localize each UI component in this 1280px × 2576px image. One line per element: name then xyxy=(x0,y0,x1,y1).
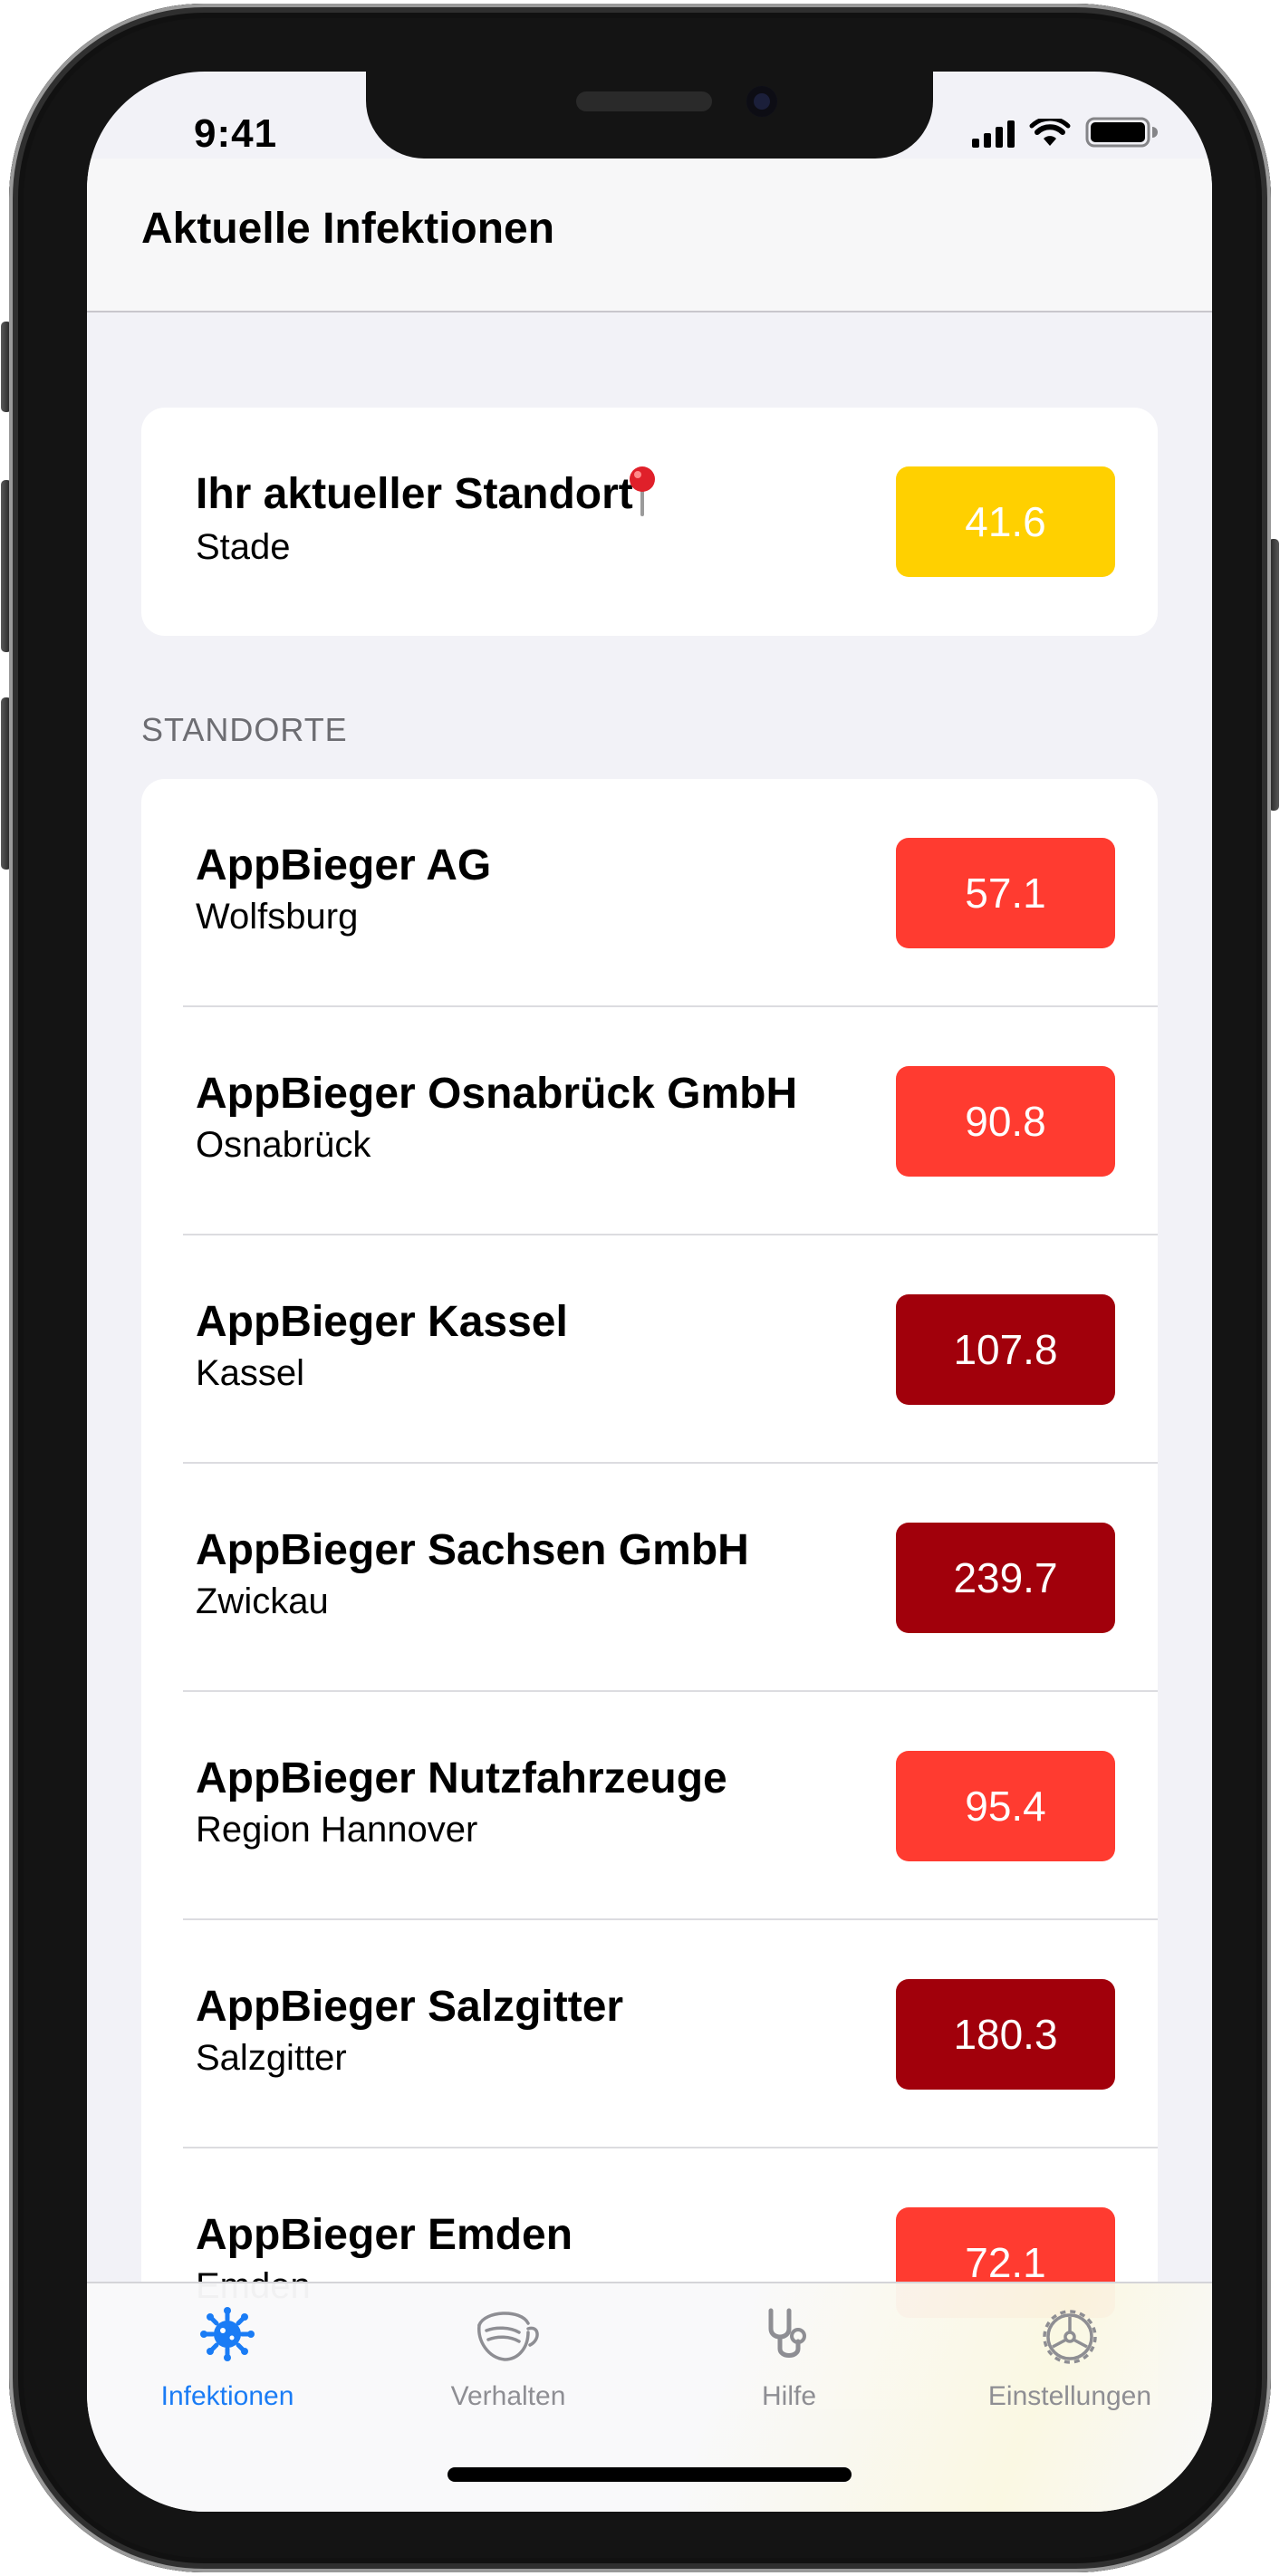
map-pin-icon xyxy=(630,466,655,516)
list-item[interactable]: AppBieger Kassel Kassel 107.8 xyxy=(141,1235,1158,1464)
battery-icon xyxy=(1085,117,1158,148)
current-location-title: Ihr aktueller Standort xyxy=(196,470,633,518)
tab-label: Infektionen xyxy=(160,2381,294,2411)
location-city: Zwickau xyxy=(196,1581,329,1621)
speaker-grille xyxy=(576,91,712,111)
tab-label: Einstellungen xyxy=(987,2381,1152,2411)
incidence-badge: 180.3 xyxy=(896,1979,1115,2090)
location-city: Salzgitter xyxy=(196,2038,347,2078)
list-item[interactable]: AppBieger Sachsen GmbH Zwickau 239.7 xyxy=(141,1464,1158,1692)
status-time: 9:41 xyxy=(194,111,278,156)
status-icons xyxy=(972,117,1158,148)
location-name: AppBieger AG xyxy=(196,841,492,889)
incidence-badge: 57.1 xyxy=(896,838,1115,948)
incidence-badge: 95.4 xyxy=(896,1751,1115,1861)
virus-icon xyxy=(200,2307,255,2361)
phone-screen: 9:41 Aktuelle Infektionen Ihr aktueller … xyxy=(87,72,1212,2512)
tab-infektionen[interactable]: Infektionen xyxy=(87,2283,368,2419)
list-item[interactable]: AppBieger Osnabrück GmbH Osnabrück 90.8 xyxy=(141,1007,1158,1235)
current-location-card[interactable]: Ihr aktueller Standort Stade 41.6 xyxy=(141,408,1158,636)
tab-einstellungen[interactable]: Einstellungen xyxy=(929,2283,1210,2419)
wifi-icon xyxy=(1029,119,1071,146)
stethoscope-icon xyxy=(768,2308,806,2358)
incidence-badge: 41.6 xyxy=(896,466,1115,577)
notch xyxy=(366,72,933,159)
location-name: AppBieger Salzgitter xyxy=(196,1983,624,2031)
incidence-badge: 239.7 xyxy=(896,1523,1115,1633)
location-name: AppBieger Sachsen GmbH xyxy=(196,1526,749,1574)
location-name: AppBieger Nutzfahrzeuge xyxy=(196,1754,727,1802)
list-item[interactable]: AppBieger AG Wolfsburg 57.1 xyxy=(141,779,1158,1007)
list-item[interactable]: AppBieger Nutzfahrzeuge Region Hannover … xyxy=(141,1692,1158,1920)
incidence-badge: 107.8 xyxy=(896,1294,1115,1405)
front-camera xyxy=(746,86,777,117)
location-city: Wolfsburg xyxy=(196,897,359,937)
location-city: Osnabrück xyxy=(196,1125,371,1165)
cellular-signal-icon xyxy=(972,120,1015,148)
location-name: AppBieger Emden xyxy=(196,2211,573,2259)
location-city: Region Hannover xyxy=(196,1810,478,1850)
current-location-city: Stade xyxy=(196,527,291,567)
phone-frame: 9:41 Aktuelle Infektionen Ihr aktueller … xyxy=(9,4,1271,2572)
section-header: STANDORTE xyxy=(141,711,348,748)
tab-verhalten[interactable]: Verhalten xyxy=(368,2283,649,2419)
face-mask-icon xyxy=(477,2312,539,2361)
locations-list: AppBieger AG Wolfsburg 57.1 AppBieger Os… xyxy=(141,779,1158,2409)
tab-label: Verhalten xyxy=(450,2381,566,2411)
home-indicator[interactable] xyxy=(448,2467,852,2482)
tab-label: Hilfe xyxy=(761,2381,816,2411)
location-name: AppBieger Kassel xyxy=(196,1298,568,1346)
page-title: Aktuelle Infektionen xyxy=(141,205,555,253)
incidence-badge: 90.8 xyxy=(896,1066,1115,1177)
list-item[interactable]: AppBieger Salzgitter Salzgitter 180.3 xyxy=(141,1920,1158,2148)
location-city: Kassel xyxy=(196,1353,305,1393)
gear-icon xyxy=(1043,2310,1097,2364)
tab-hilfe[interactable]: Hilfe xyxy=(649,2283,929,2419)
location-name: AppBieger Osnabrück GmbH xyxy=(196,1070,798,1118)
